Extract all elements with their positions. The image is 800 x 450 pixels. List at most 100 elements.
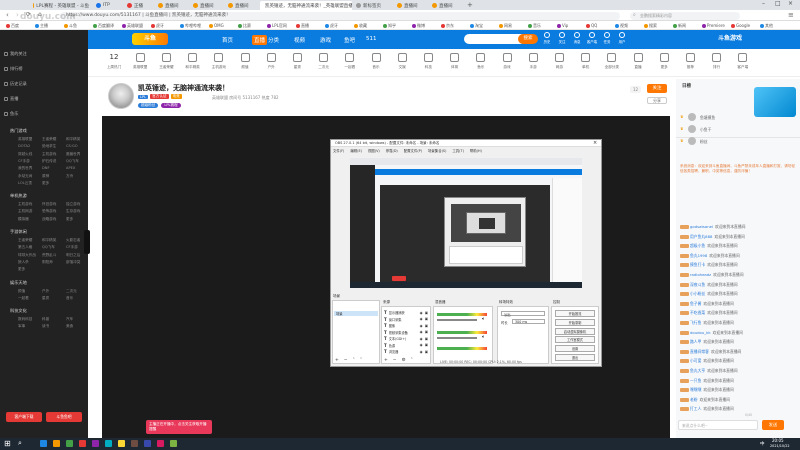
bookmark-item[interactable]: 新闻 (673, 22, 686, 29)
bookmark-item[interactable]: 百度 (6, 22, 19, 29)
bookmark-item[interactable]: 淘宝 (470, 22, 483, 29)
fan-avatar[interactable] (688, 113, 696, 121)
sidebar-link[interactable]: 二次元 (66, 289, 77, 294)
add-source-icon[interactable]: + (384, 358, 388, 363)
back-icon[interactable]: ‹ (6, 11, 9, 19)
mixer-slider-1[interactable] (437, 319, 477, 321)
browser-tab[interactable]: 直播间 (225, 1, 259, 10)
sidebar-link[interactable]: 更多 (18, 267, 25, 272)
sidebar-link[interactable]: 更多 (66, 217, 73, 222)
bookmark-item[interactable]: 搜索 (644, 22, 657, 29)
ranking-tab[interactable]: 日榜 (682, 83, 691, 89)
scene-item[interactable]: 场景 (334, 311, 378, 316)
menu-icon[interactable]: ≡ (788, 11, 794, 19)
source-item[interactable]: T 图像 ◉ ▣ (384, 323, 428, 328)
header-user-item[interactable]: 客户端 (585, 32, 599, 44)
sidebar-link[interactable]: 部落冲突 (66, 260, 80, 265)
obs-menu-item[interactable]: 视图(V) (368, 148, 380, 153)
sidebar-link[interactable]: 炉石传说 (42, 159, 56, 164)
sidebar-link[interactable]: 阴阳师 (42, 260, 53, 265)
sidebar-item[interactable]: 历史记录 (10, 81, 27, 87)
sidebar-link[interactable]: 主机游戏 (18, 202, 32, 207)
browser-tab[interactable]: LPL赛程 - 英雄联盟 - 斗鱼 (30, 1, 92, 10)
new-tab-icon[interactable]: + (467, 1, 473, 9)
minimize-icon[interactable]: – (762, 0, 765, 7)
bookmark-item[interactable]: 知乎 (383, 22, 396, 29)
source-settings-icon[interactable]: ⚙ (402, 358, 406, 363)
lock-icon[interactable]: ▣ (425, 330, 428, 334)
category-item[interactable]: 更多 (652, 53, 676, 70)
bookmark-item[interactable]: 收藏 (354, 22, 367, 29)
chat-input[interactable]: 来说点什么吧~ (678, 420, 758, 430)
sidebar-link[interactable]: 主机游戏 (42, 152, 56, 157)
sidebar-link[interactable]: 户外 (42, 289, 49, 294)
sidebar-link[interactable]: 一起看 (18, 296, 29, 301)
category-item[interactable]: 主机游戏 (207, 53, 231, 70)
browser-tab[interactable]: 直播间 (394, 1, 428, 10)
sidebar-link[interactable]: 方舟 (66, 174, 73, 179)
chat-username[interactable]: 一只鱼 (690, 378, 701, 383)
category-item[interactable]: 网游 (547, 53, 571, 70)
category-item[interactable]: 单机 (574, 53, 598, 70)
mixer-mute-icon-2[interactable]: 🔈︎ (482, 334, 485, 340)
maximize-icon[interactable]: □ (775, 0, 781, 7)
category-item[interactable]: 排行 (705, 53, 729, 70)
clock-date[interactable]: 2021/10/22 (770, 444, 790, 448)
duration-field[interactable]: 300 ms (512, 319, 545, 324)
chat-username[interactable]: 超级小鱼 (690, 243, 705, 248)
sidebar-link[interactable]: 穿越火线 (18, 152, 32, 157)
sidebar-link[interactable]: 第五人格 (18, 245, 32, 250)
category-item[interactable]: 英雄联盟 (128, 53, 152, 70)
remove-source-icon[interactable]: − (393, 358, 397, 363)
chat-username[interactable]: 老粉 (690, 397, 698, 402)
header-user-item[interactable]: 消息 (570, 32, 584, 44)
category-item[interactable]: 客户端 (731, 53, 755, 70)
sidebar-link[interactable]: 独立游戏 (66, 202, 80, 207)
browser-tab[interactable]: 正播 (124, 1, 154, 10)
chat-username[interactable]: radioheadz (690, 272, 711, 277)
chat-username[interactable]: 鱼丸大亨 (690, 368, 705, 373)
header-nav-5[interactable]: 鱼吧 (344, 36, 355, 44)
bookmark-item[interactable]: 斗鱼 (64, 22, 77, 29)
follow-button[interactable]: 关注 (647, 84, 667, 93)
category-item[interactable]: 直播 (626, 53, 650, 70)
header-nav-4[interactable]: 游戏 (320, 36, 331, 44)
room-tag[interactable]: 超级粉丝 (138, 103, 159, 108)
taskbar-app-icon[interactable] (40, 440, 47, 447)
header-nav-2[interactable]: 分类 (268, 36, 279, 44)
taskbar-app-icon[interactable] (157, 440, 164, 447)
sidebar-item[interactable]: 我的关注 (10, 51, 27, 57)
eye-icon[interactable]: ◉ (420, 343, 423, 347)
chat-username[interactable]: 打工人 (690, 406, 701, 411)
fan-avatar[interactable] (688, 125, 696, 133)
chat-username[interactable]: 小小粉丝 (690, 291, 705, 296)
bookmark-item[interactable]: 其他 (760, 22, 773, 29)
eye-icon[interactable]: ◉ (420, 324, 423, 328)
header-nav-1[interactable]: 直播 (252, 35, 268, 45)
header-user-item[interactable]: 关注 (555, 32, 569, 44)
bookmark-item[interactable]: LPL官网 (267, 22, 287, 29)
header-nav-3[interactable]: 视频 (294, 36, 305, 44)
sidebar-link[interactable]: 数码科技 (18, 317, 32, 322)
taskbar-app-icon[interactable] (105, 440, 112, 447)
remove-icon[interactable]: − (344, 358, 348, 363)
bookmark-item[interactable]: 英雄联盟 (122, 22, 143, 29)
category-item[interactable]: 科技 (416, 53, 440, 70)
header-nav-0[interactable]: 首页 (222, 36, 233, 44)
chat-username[interactable]: 鱼子酱 (690, 301, 701, 306)
category-item[interactable]: 王者荣耀 (154, 53, 178, 70)
sidebar-link[interactable]: 王者荣耀 (18, 238, 32, 243)
eye-icon[interactable]: ◉ (420, 330, 423, 334)
browser-tab[interactable]: 新标签页 (353, 1, 393, 10)
sidebar-link[interactable]: 魔兽世界 (66, 152, 80, 157)
sidebar-link[interactable]: 和平精英 (42, 238, 56, 243)
forward-icon[interactable]: › (16, 11, 19, 19)
category-item[interactable]: 音乐 (364, 53, 388, 70)
taskbar-search-icon[interactable]: ⌕ (18, 439, 22, 448)
sidebar-link[interactable]: 英雄联盟 (18, 137, 32, 142)
up-icon[interactable]: ˄ (411, 358, 413, 363)
eye-icon[interactable]: ◉ (420, 317, 423, 321)
sidebar-link[interactable]: CF手游 (66, 245, 78, 250)
chat-username[interactable]: 鱼丸1998 (690, 253, 707, 258)
eye-icon[interactable]: ◉ (420, 337, 423, 341)
